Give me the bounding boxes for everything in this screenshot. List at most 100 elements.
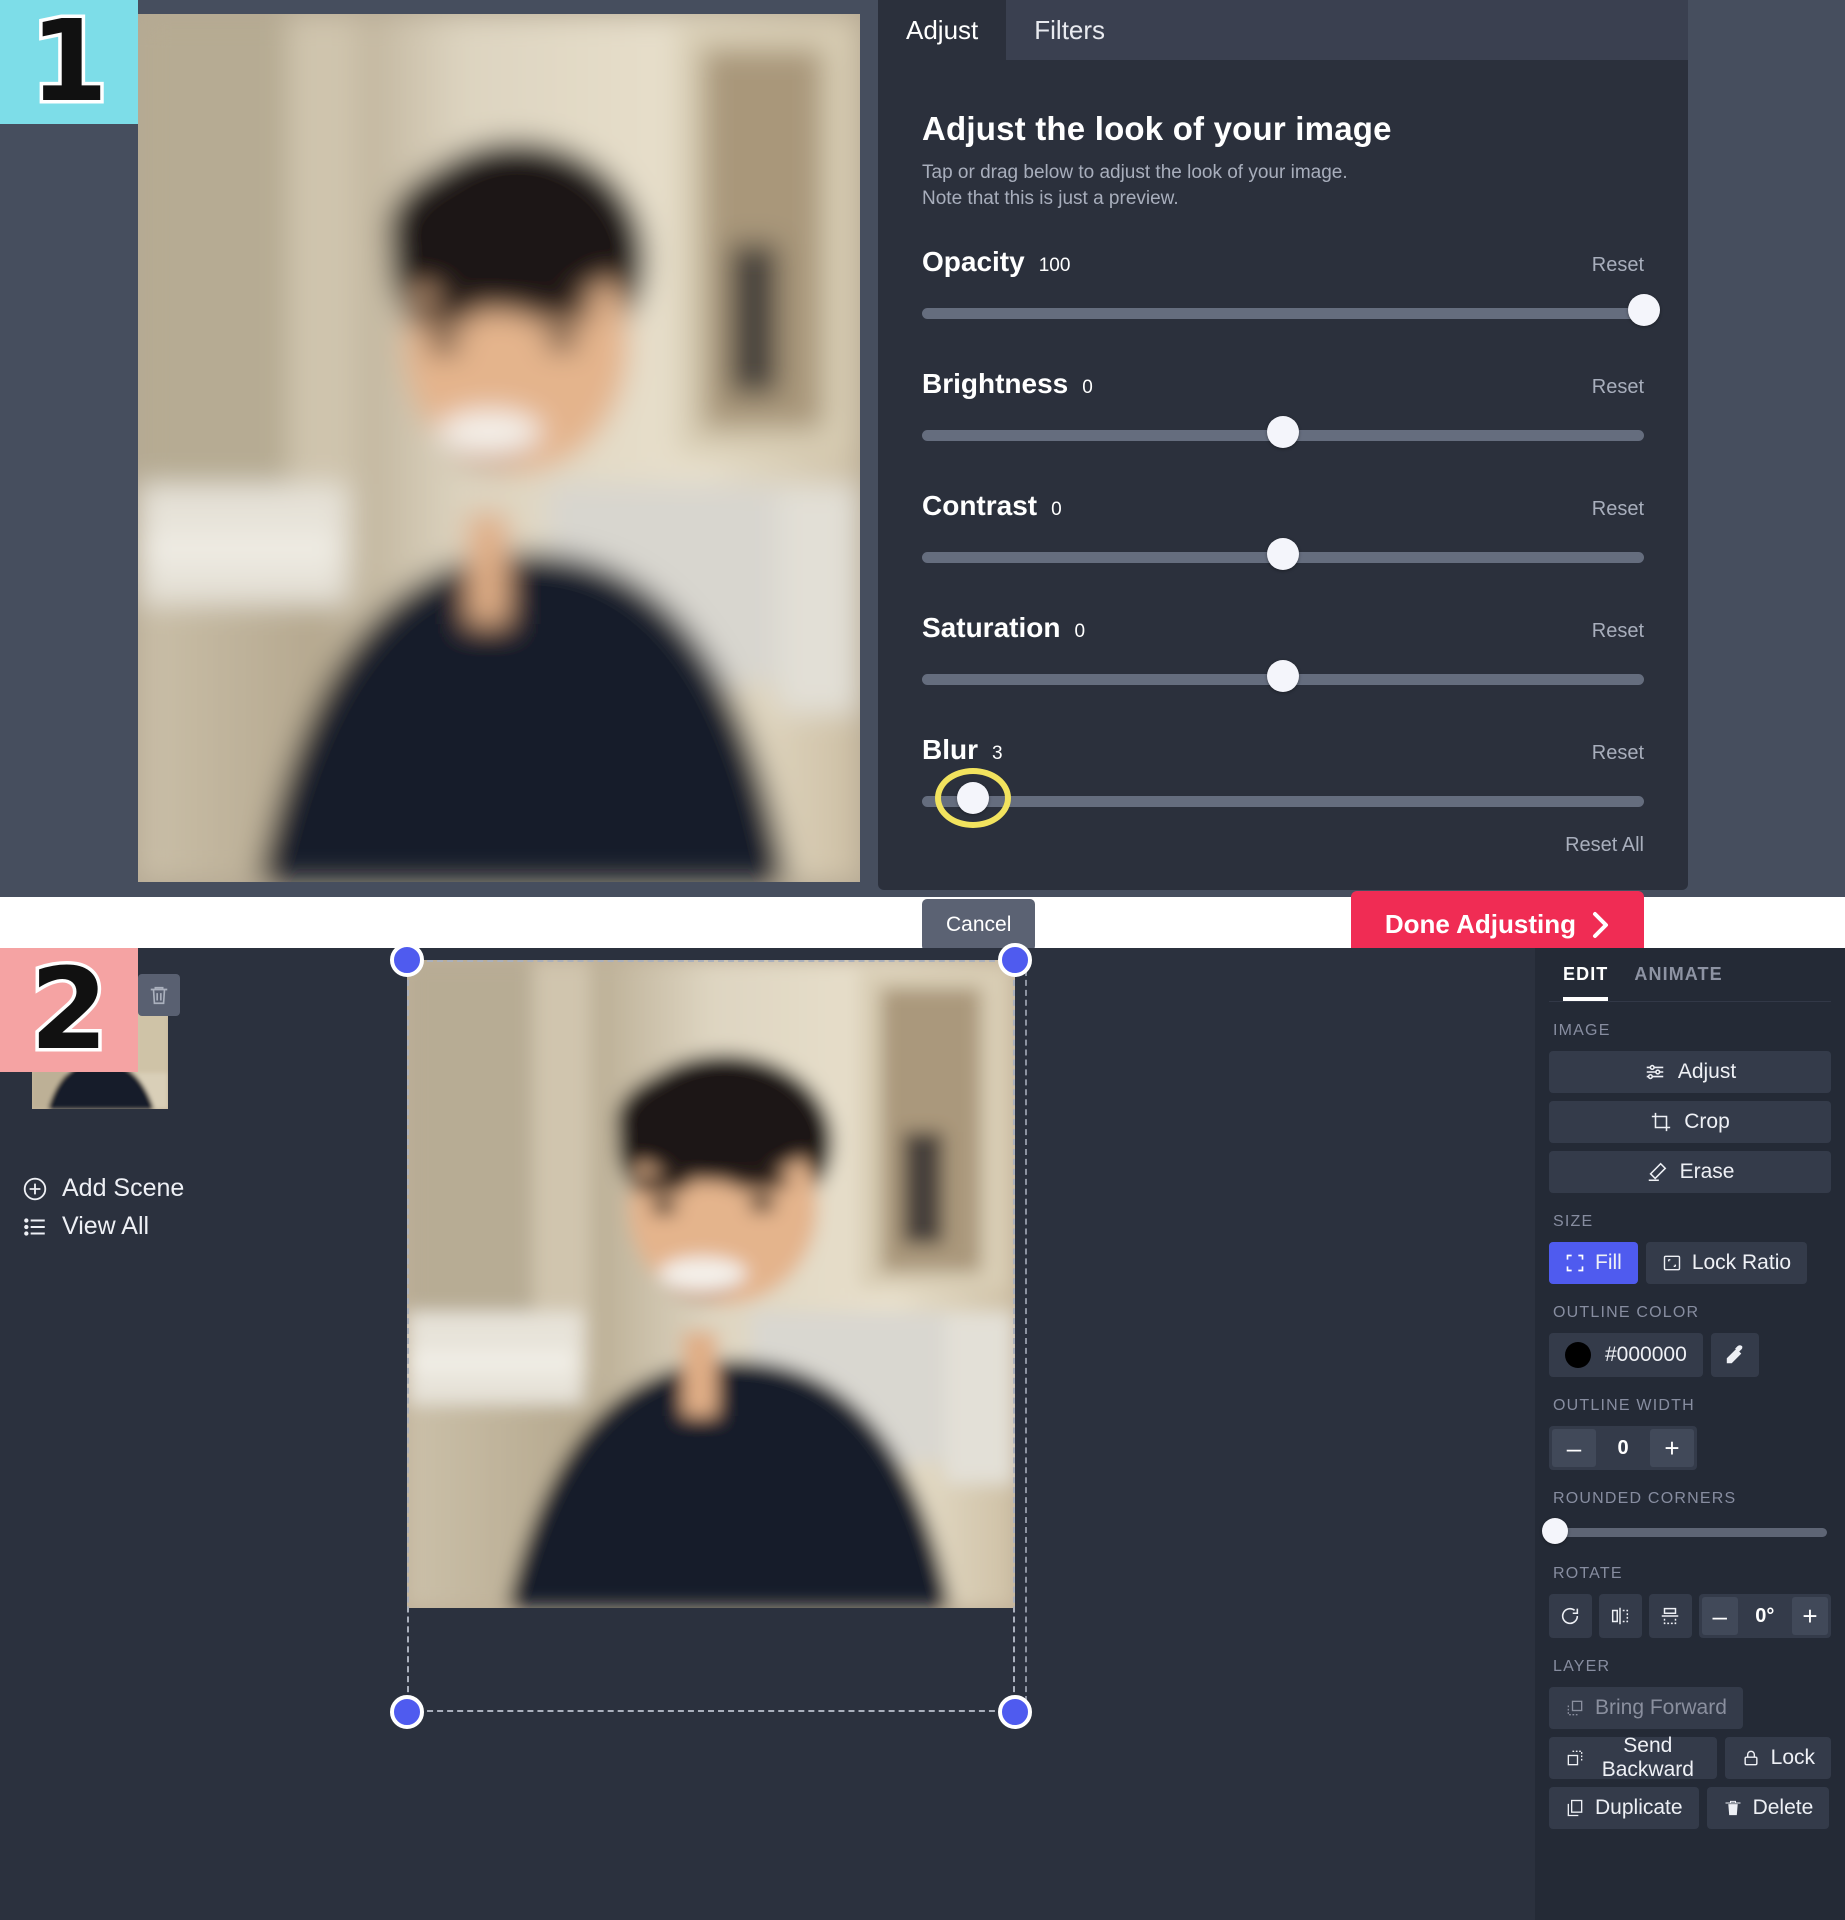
duplicate-button[interactable]: Duplicate [1549, 1787, 1699, 1829]
outline-color-value: #000000 [1605, 1343, 1687, 1366]
subtitle-line-1: Tap or drag below to adjust the look of … [922, 162, 1348, 183]
selection-outline [407, 960, 1015, 1712]
view-all-button[interactable]: View All [22, 1212, 149, 1241]
reset-brightness-button[interactable]: Reset [1592, 376, 1644, 399]
fill-button[interactable]: Fill [1549, 1242, 1638, 1284]
slider-label-brightness: Brightness [922, 368, 1069, 400]
slider-label-row-saturation: Saturation 0 [922, 612, 1085, 644]
duplicate-icon [1565, 1798, 1585, 1818]
view-all-label: View All [62, 1212, 150, 1240]
slider-knob-brightness[interactable] [1267, 416, 1299, 449]
resize-handle-top-right[interactable] [998, 943, 1032, 977]
slider-brightness[interactable] [922, 416, 1644, 456]
delete-button[interactable]: Delete [1706, 1787, 1830, 1829]
bring-forward-icon [1565, 1698, 1585, 1718]
preview-photo-graphic [138, 14, 860, 882]
duplicate-label: Duplicate [1595, 1796, 1683, 1819]
tab-animate[interactable]: ANIMATE [1634, 964, 1722, 1001]
flip-horizontal-button[interactable] [1598, 1594, 1642, 1638]
slider-knob-saturation[interactable] [1267, 660, 1299, 693]
slider-knob-opacity[interactable] [1628, 294, 1660, 327]
slider-opacity[interactable] [922, 294, 1660, 334]
lock-button[interactable]: Lock [1724, 1737, 1831, 1779]
crop-icon [1650, 1111, 1672, 1133]
layer-row-2: Send Backward Lock [1549, 1734, 1831, 1781]
outline-color-field[interactable]: #000000 [1549, 1333, 1703, 1377]
trash-icon [148, 984, 170, 1006]
adjust-button[interactable]: Adjust [1549, 1051, 1831, 1093]
flip-horizontal-icon [1609, 1605, 1631, 1627]
rounded-corners-slider[interactable] [1542, 1518, 1827, 1545]
reset-all-button[interactable]: Reset All [922, 834, 1644, 857]
crop-button[interactable]: Crop [1549, 1101, 1831, 1143]
erase-label: Erase [1679, 1160, 1735, 1183]
layer-row-3: Duplicate Delete [1549, 1787, 1831, 1829]
reset-blur-button[interactable]: Reset [1592, 742, 1644, 765]
rotate-minus-button[interactable]: – [1701, 1597, 1738, 1635]
tab-adjust[interactable]: Adjust [878, 0, 1007, 60]
eyedropper-icon [1724, 1344, 1746, 1366]
crop-label: Crop [1684, 1110, 1730, 1133]
slider-contrast[interactable] [922, 538, 1644, 578]
rotate-plus-button[interactable]: + [1791, 1597, 1828, 1635]
slider-group-saturation: Saturation 0 Reset [922, 612, 1644, 700]
fill-icon [1565, 1253, 1585, 1273]
slider-label-row-opacity: Opacity 100 [922, 246, 1070, 278]
section-heading-outline-color: OUTLINE COLOR [1553, 1304, 1700, 1321]
flip-vertical-button[interactable] [1648, 1594, 1692, 1638]
slider-header-opacity: Opacity 100 Reset [922, 246, 1644, 278]
section-heading-size: SIZE [1553, 1213, 1594, 1230]
slider-track-blur [922, 796, 1644, 808]
slider-knob-contrast[interactable] [1267, 538, 1299, 571]
resize-handle-top-left[interactable] [390, 943, 424, 977]
slider-value-blur: 3 [992, 743, 1003, 765]
reset-opacity-button[interactable]: Reset [1592, 254, 1644, 277]
section-heading-outline-width: OUTLINE WIDTH [1553, 1397, 1695, 1414]
eyedropper-button[interactable] [1710, 1333, 1759, 1377]
rounded-corners-knob[interactable] [1542, 1518, 1569, 1544]
section-heading-image: IMAGE [1553, 1022, 1611, 1039]
send-backward-label: Send Backward [1601, 1734, 1694, 1781]
slider-label-blur: Blur [922, 734, 978, 766]
panel-adjust-step: Adjust Filters Adjust the look of your i… [0, 0, 1845, 959]
reset-contrast-button[interactable]: Reset [1592, 498, 1644, 521]
slider-value-contrast: 0 [1051, 499, 1062, 521]
canvas-area[interactable] [285, 943, 1535, 1920]
bring-forward-label: Bring Forward [1595, 1696, 1727, 1719]
rotate-button[interactable] [1549, 1594, 1592, 1638]
color-swatch[interactable] [1565, 1342, 1591, 1368]
add-scene-button[interactable]: Add Scene [22, 1174, 184, 1203]
selected-object[interactable] [390, 943, 1032, 1920]
delete-scene-button[interactable] [138, 974, 180, 1016]
rotate-stepper[interactable]: – 0° + [1698, 1594, 1831, 1638]
step-badge-1: 1 [0, 0, 138, 124]
slider-knob-blur[interactable] [956, 782, 989, 815]
bring-forward-button[interactable]: Bring Forward [1549, 1687, 1743, 1729]
outline-width-minus-button[interactable]: – [1552, 1429, 1596, 1467]
erase-button[interactable]: Erase [1549, 1151, 1831, 1193]
resize-handle-bottom-left[interactable] [390, 1695, 424, 1729]
slider-label-contrast: Contrast [922, 490, 1038, 522]
slider-track-opacity [922, 308, 1644, 320]
resize-handle-bottom-right[interactable] [998, 1695, 1032, 1729]
slider-saturation[interactable] [922, 660, 1644, 700]
outline-width-stepper[interactable]: – 0 + [1549, 1426, 1697, 1470]
lock-icon [1741, 1748, 1761, 1768]
slider-label-row-brightness: Brightness 0 [922, 368, 1093, 400]
outline-color-row: #000000 [1549, 1333, 1831, 1377]
send-backward-button[interactable]: Send Backward [1549, 1734, 1717, 1781]
slider-blur[interactable] [922, 768, 1644, 829]
lock-label: Lock [1770, 1746, 1815, 1769]
adjust-tabbar: Adjust Filters [878, 0, 1688, 60]
lock-ratio-button[interactable]: Lock Ratio [1645, 1242, 1808, 1284]
adjust-panel: Adjust Filters Adjust the look of your i… [878, 0, 1688, 959]
flip-vertical-icon [1659, 1605, 1681, 1627]
panel-subtitle: Tap or drag below to adjust the look of … [922, 160, 1644, 212]
rounded-corners-track [1553, 1528, 1827, 1537]
slider-header-saturation: Saturation 0 Reset [922, 612, 1644, 644]
outline-width-plus-button[interactable]: + [1650, 1429, 1694, 1467]
tab-filters[interactable]: Filters [1006, 0, 1133, 60]
tab-edit[interactable]: EDIT [1563, 964, 1609, 1001]
screenshot-root: Adjust Filters Adjust the look of your i… [0, 0, 1845, 1920]
reset-saturation-button[interactable]: Reset [1592, 620, 1644, 643]
